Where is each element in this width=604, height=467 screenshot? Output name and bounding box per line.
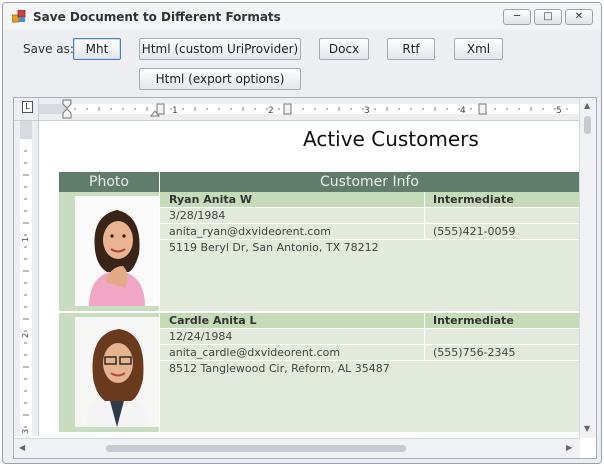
- html-export-options-button[interactable]: Html (export options): [139, 68, 301, 90]
- customer-address: 5119 Beryl Dr, San Antonio, TX 78212: [169, 241, 379, 254]
- scroll-left-icon[interactable]: ◀: [19, 443, 25, 452]
- format-toolbar: Save as: Mht Html (custom UriProvider) D…: [3, 30, 601, 94]
- column-marker: [156, 103, 165, 115]
- customer-address-row: 8512 Tanglewood Cir, Reform, AL 35487: [160, 361, 579, 377]
- column-marker: [478, 103, 487, 115]
- main-window: Save Document to Different Formats ─ □ ✕…: [2, 2, 602, 464]
- minimize-icon: ─: [513, 11, 521, 22]
- customer-phone: (555)421-0059: [433, 225, 516, 238]
- vertical-ruler-scale: 1 2 3: [20, 121, 32, 436]
- table-row: Cardle Anita L Intermediate 12/24/1984 a…: [59, 313, 579, 432]
- window-title: Save Document to Different Formats: [33, 10, 281, 24]
- customer-info-cell: Cardle Anita L Intermediate 12/24/1984 a…: [160, 313, 579, 432]
- title-bar: Save Document to Different Formats ─ □ ✕: [3, 3, 601, 30]
- customer-birth-row: 3/28/1984: [160, 208, 579, 224]
- customer-email: anita_ryan@dxvideorent.com: [169, 225, 331, 238]
- customer-birth-row: 12/24/1984: [160, 329, 579, 345]
- close-button[interactable]: ✕: [565, 9, 593, 25]
- customer-email: anita_cardle@dxvideorent.com: [169, 346, 341, 359]
- document-title: Active Customers: [303, 127, 479, 151]
- minimize-button[interactable]: ─: [503, 9, 531, 25]
- table-row: Ryan Anita W Intermediate 3/28/1984 anit…: [59, 192, 579, 311]
- photo-cell: [59, 313, 160, 432]
- vertical-scroll-thumb[interactable]: [584, 116, 591, 134]
- app-icon: [12, 10, 26, 23]
- customer-photo: [75, 196, 159, 306]
- customer-info-column-header: Customer Info: [320, 174, 419, 190]
- save-as-label: Save as:: [23, 42, 74, 56]
- customer-address: 8512 Tanglewood Cir, Reform, AL 35487: [169, 362, 390, 375]
- maximize-button[interactable]: □: [534, 9, 562, 25]
- docx-button[interactable]: Docx: [319, 38, 369, 60]
- horizontal-scrollbar[interactable]: ◀ ▶: [14, 438, 580, 458]
- customer-address-row: 5119 Beryl Dr, San Antonio, TX 78212: [160, 240, 579, 256]
- tab-selector[interactable]: L: [14, 98, 39, 121]
- svg-text:1: 1: [21, 237, 30, 242]
- table-header-row: Photo Customer Info: [59, 172, 579, 192]
- rich-edit-control[interactable]: L 1 2 3 4 5 1 2 3 Active Customers Photo…: [13, 97, 597, 459]
- photo-cell: [59, 192, 160, 311]
- html-custom-uriprovider-button[interactable]: Html (custom UriProvider): [139, 38, 301, 60]
- customer-info-cell: Ryan Anita W Intermediate 3/28/1984 anit…: [160, 192, 579, 311]
- svg-text:3: 3: [364, 106, 370, 116]
- customer-name-row: Ryan Anita W Intermediate: [160, 192, 579, 224]
- customer-contact-row: anita_cardle@dxvideorent.com (555)756-23…: [160, 345, 579, 361]
- maximize-icon: □: [543, 11, 553, 22]
- customer-birthdate: 12/24/1984: [169, 330, 233, 343]
- mht-button[interactable]: Mht: [73, 38, 121, 60]
- customer-name-row: Cardle Anita L Intermediate: [160, 313, 579, 345]
- scroll-down-icon[interactable]: ▼: [584, 424, 590, 433]
- customer-photo: [75, 317, 159, 427]
- tab-type-icon: L: [22, 101, 33, 113]
- horizontal-ruler-scale: 1 2 3 4 5: [39, 99, 580, 119]
- customer-contact-row: anita_ryan@dxvideorent.com (555)421-0059: [160, 224, 579, 240]
- customer-birthdate: 3/28/1984: [169, 209, 226, 222]
- scroll-up-icon[interactable]: ▲: [584, 101, 590, 110]
- close-icon: ✕: [574, 11, 584, 22]
- customer-level: Intermediate: [433, 193, 514, 206]
- customer-name: Ryan Anita W: [169, 193, 252, 206]
- svg-text:1: 1: [172, 106, 178, 116]
- svg-text:3: 3: [21, 429, 30, 434]
- svg-text:4: 4: [460, 106, 466, 116]
- svg-text:5: 5: [556, 106, 562, 116]
- svg-text:2: 2: [21, 333, 30, 338]
- document-page[interactable]: Active Customers Photo Customer Info Rya…: [39, 121, 579, 436]
- rtf-button[interactable]: Rtf: [387, 38, 435, 60]
- photo-column-header: Photo: [59, 172, 160, 192]
- scroll-right-icon[interactable]: ▶: [566, 443, 572, 452]
- column-marker: [283, 103, 292, 115]
- customer-level: Intermediate: [433, 314, 514, 327]
- vertical-scrollbar[interactable]: ▲ ▼: [579, 98, 596, 438]
- horizontal-scroll-thumb[interactable]: [106, 445, 406, 452]
- customer-name: Cardle Anita L: [169, 314, 257, 327]
- svg-text:2: 2: [268, 106, 274, 116]
- customer-phone: (555)756-2345: [433, 346, 516, 359]
- xml-button[interactable]: Xml: [454, 38, 503, 60]
- vertical-ruler[interactable]: 1 2 3: [14, 121, 39, 436]
- horizontal-ruler[interactable]: 1 2 3 4 5: [39, 98, 580, 121]
